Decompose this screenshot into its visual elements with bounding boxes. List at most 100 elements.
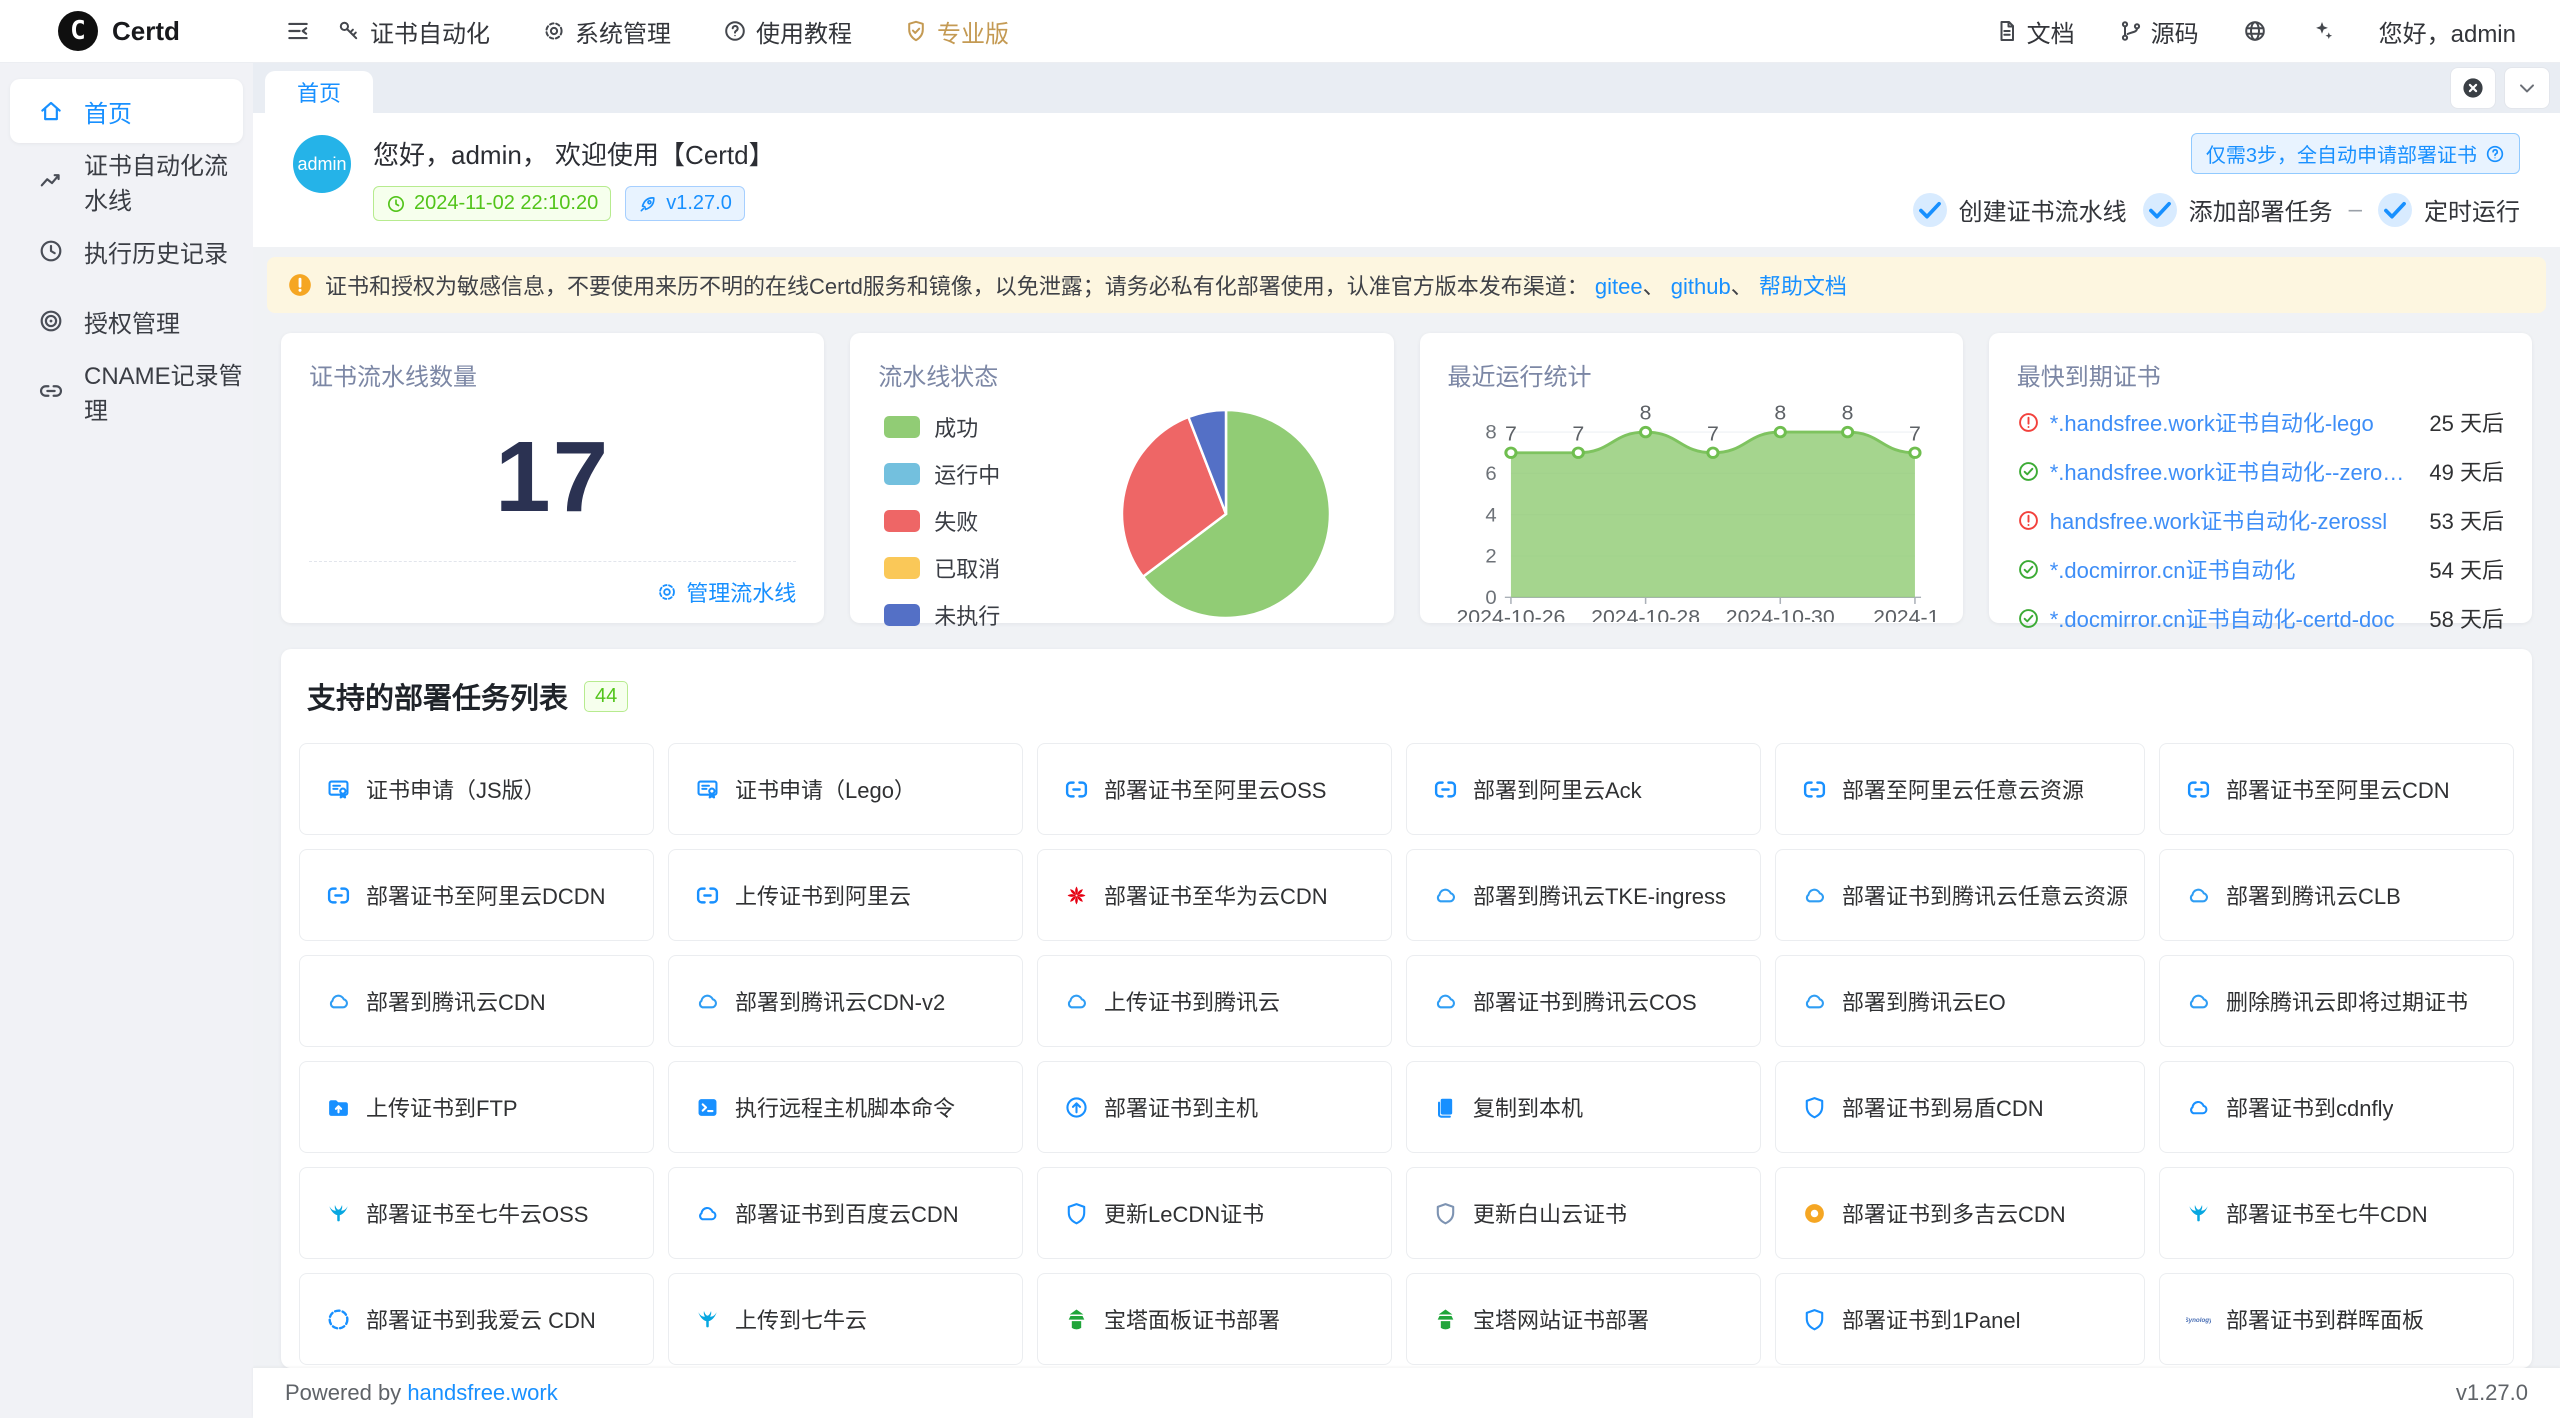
- nav-action-git-branch[interactable]: 源码: [2119, 14, 2199, 49]
- sidebar-item-执行历史记录[interactable]: 执行历史记录: [10, 219, 243, 283]
- task-card-部署证书到主机[interactable]: 部署证书到主机: [1037, 1061, 1392, 1153]
- task-card-部署证书到1Panel[interactable]: 部署证书到1Panel: [1775, 1273, 2145, 1365]
- task-card-部署到腾讯云CDN-v2[interactable]: 部署到腾讯云CDN-v2: [668, 955, 1023, 1047]
- card-title: 证书流水线数量: [309, 357, 796, 392]
- certd-logo-icon: C: [58, 11, 98, 51]
- tab-home[interactable]: 首页: [265, 71, 373, 113]
- task-card-部署证书到cdnfly[interactable]: 部署证书到cdnfly: [2159, 1061, 2514, 1153]
- task-card-部署证书到易盾CDN[interactable]: 部署证书到易盾CDN: [1775, 1061, 2145, 1153]
- task-card-更新LeCDN证书[interactable]: 更新LeCDN证书: [1037, 1167, 1392, 1259]
- brand[interactable]: C Certd: [0, 11, 253, 51]
- quick-start-badge[interactable]: 仅需3步，全自动申请部署证书: [2191, 133, 2520, 174]
- nav-item-question-circle[interactable]: 使用教程: [723, 14, 852, 49]
- expiry-cert-link[interactable]: handsfree.work证书自动化-zerossl: [2050, 504, 2408, 536]
- expiry-cert-link[interactable]: *.handsfree.work证书自动化-lego: [2050, 406, 2408, 438]
- task-card-上传证书到阿里云[interactable]: 上传证书到阿里云: [668, 849, 1023, 941]
- task-card-更新白山云证书[interactable]: 更新白山云证书: [1406, 1167, 1761, 1259]
- task-card-复制到本机[interactable]: 复制到本机: [1406, 1061, 1761, 1153]
- sidebar-collapse-icon[interactable]: [285, 18, 311, 44]
- avatar[interactable]: admin: [293, 135, 351, 193]
- task-card-部署证书到我爱云 CDN[interactable]: 部署证书到我爱云 CDN: [299, 1273, 654, 1365]
- nav-action-globe[interactable]: [2243, 19, 2267, 43]
- task-card-部署证书到腾讯云COS[interactable]: 部署证书到腾讯云COS: [1406, 955, 1761, 1047]
- task-card-宝塔网站证书部署[interactable]: 宝塔网站证书部署: [1406, 1273, 1761, 1365]
- task-card-部署证书至阿里云DCDN[interactable]: 部署证书至阿里云DCDN: [299, 849, 654, 941]
- host-upload-icon: [1064, 1095, 1089, 1120]
- task-card-部署证书至阿里云CDN[interactable]: 部署证书至阿里云CDN: [2159, 743, 2514, 835]
- task-label: 部署证书到腾讯云COS: [1473, 985, 1697, 1017]
- legend-item-失败[interactable]: 失败: [884, 505, 1000, 537]
- tencent-cloud-icon: [326, 989, 351, 1014]
- svg-text:Synology: Synology: [2186, 1317, 2211, 1324]
- close-tab-button[interactable]: [2450, 67, 2496, 109]
- nav-action-sparkles[interactable]: [2311, 19, 2335, 43]
- handsfree-link[interactable]: handsfree.work: [407, 1380, 557, 1405]
- sidebar-item-证书自动化流水线[interactable]: 证书自动化流水线: [10, 149, 243, 213]
- user-greeting[interactable]: 您好，admin: [2379, 14, 2516, 49]
- task-label: 部署到腾讯云TKE-ingress: [1473, 879, 1726, 911]
- task-card-上传证书到FTP[interactable]: 上传证书到FTP: [299, 1061, 654, 1153]
- task-card-部署证书至七牛CDN[interactable]: 部署证书至七牛CDN: [2159, 1167, 2514, 1259]
- tab-menu-button[interactable]: [2504, 67, 2550, 109]
- svg-text:7: 7: [1909, 423, 1921, 445]
- task-card-上传证书到腾讯云[interactable]: 上传证书到腾讯云: [1037, 955, 1392, 1047]
- sidebar-item-授权管理[interactable]: 授权管理: [10, 289, 243, 353]
- expiry-cert-link[interactable]: *.docmirror.cn证书自动化-certd-doc: [2050, 602, 2408, 634]
- quick-step-3[interactable]: 定时运行: [2378, 192, 2520, 227]
- task-card-部署到阿里云Ack[interactable]: 部署到阿里云Ack: [1406, 743, 1761, 835]
- task-card-上传到七牛云[interactable]: 上传到七牛云: [668, 1273, 1023, 1365]
- legend-item-未执行[interactable]: 未执行: [884, 599, 1000, 631]
- nav-action-document[interactable]: 文档: [1995, 14, 2075, 49]
- task-label: 更新白山云证书: [1473, 1197, 1627, 1229]
- task-card-部署证书到百度云CDN[interactable]: 部署证书到百度云CDN: [668, 1167, 1023, 1259]
- expiry-cert-link[interactable]: *.docmirror.cn证书自动化: [2050, 553, 2408, 585]
- task-card-部署到腾讯云TKE-ingress[interactable]: 部署到腾讯云TKE-ingress: [1406, 849, 1761, 941]
- alert-link-帮助文档[interactable]: 帮助文档: [1759, 274, 1847, 299]
- task-card-证书申请（JS版）[interactable]: 证书申请（JS版）: [299, 743, 654, 835]
- quick-step-1[interactable]: 创建证书流水线: [1913, 192, 2127, 227]
- task-label: 部署证书到主机: [1104, 1091, 1258, 1123]
- welcome-title: 您好，admin， 欢迎使用【Certd】: [373, 131, 775, 172]
- check-circle-icon: [2017, 460, 2040, 483]
- expiry-cert-link[interactable]: *.handsfree.work证书自动化--zerossl: [2050, 455, 2408, 487]
- task-label: 上传证书到腾讯云: [1104, 985, 1280, 1017]
- version-badge[interactable]: v1.27.0: [625, 186, 745, 221]
- task-card-部署证书到多吉云CDN[interactable]: 部署证书到多吉云CDN: [1775, 1167, 2145, 1259]
- quick-step-2[interactable]: 添加部署任务: [2143, 192, 2333, 227]
- task-card-删除腾讯云即将过期证书[interactable]: 删除腾讯云即将过期证书: [2159, 955, 2514, 1047]
- task-card-执行远程主机脚本命令[interactable]: 执行远程主机脚本命令: [668, 1061, 1023, 1153]
- sidebar-item-首页[interactable]: 首页: [10, 79, 243, 143]
- task-card-部署到腾讯云CDN[interactable]: 部署到腾讯云CDN: [299, 955, 654, 1047]
- task-card-部署证书至七牛云OSS[interactable]: 部署证书至七牛云OSS: [299, 1167, 654, 1259]
- nav-item-pro[interactable]: 专业版: [904, 14, 1009, 49]
- task-card-部署到腾讯云CLB[interactable]: 部署到腾讯云CLB: [2159, 849, 2514, 941]
- legend-item-成功[interactable]: 成功: [884, 411, 1000, 443]
- alert-link-gitee[interactable]: gitee: [1595, 274, 1643, 299]
- task-card-部署证书至华为云CDN[interactable]: 部署证书至华为云CDN: [1037, 849, 1392, 941]
- legend-item-运行中[interactable]: 运行中: [884, 458, 1000, 490]
- alert-link-github[interactable]: github: [1671, 274, 1731, 299]
- task-card-宝塔面板证书部署[interactable]: 宝塔面板证书部署: [1037, 1273, 1392, 1365]
- nav-item-key[interactable]: 证书自动化: [337, 14, 490, 49]
- task-card-部署到腾讯云EO[interactable]: 部署到腾讯云EO: [1775, 955, 2145, 1047]
- legend-item-已取消[interactable]: 已取消: [884, 552, 1000, 584]
- warning-icon: [287, 272, 313, 298]
- task-label: 部署证书到1Panel: [1842, 1303, 2021, 1335]
- card-title: 流水线状态: [878, 357, 1365, 392]
- task-card-证书申请（Lego）[interactable]: 证书申请（Lego）: [668, 743, 1023, 835]
- tencent-cloud-icon: [1064, 989, 1089, 1014]
- link-icon: [38, 378, 64, 404]
- task-card-部署证书至阿里云OSS[interactable]: 部署证书至阿里云OSS: [1037, 743, 1392, 835]
- svg-text:6: 6: [1485, 464, 1496, 485]
- shield-icon: [1064, 1201, 1089, 1226]
- task-card-部署至阿里云任意云资源[interactable]: 部署至阿里云任意云资源: [1775, 743, 2145, 835]
- qiniu-icon: [2186, 1201, 2211, 1226]
- pro-badge-icon: [904, 19, 928, 43]
- task-card-部署证书到群晖面板[interactable]: Synology部署证书到群晖面板: [2159, 1273, 2514, 1365]
- task-card-部署证书到腾讯云任意云资源[interactable]: 部署证书到腾讯云任意云资源: [1775, 849, 2145, 941]
- sidebar-item-CNAME记录管理[interactable]: CNAME记录管理: [10, 359, 243, 423]
- quick-step-label: 定时运行: [2424, 192, 2520, 227]
- shield-icon: [1802, 1307, 1827, 1332]
- nav-item-gear[interactable]: 系统管理: [542, 14, 671, 49]
- manage-pipelines-link[interactable]: 管理流水线: [656, 576, 796, 608]
